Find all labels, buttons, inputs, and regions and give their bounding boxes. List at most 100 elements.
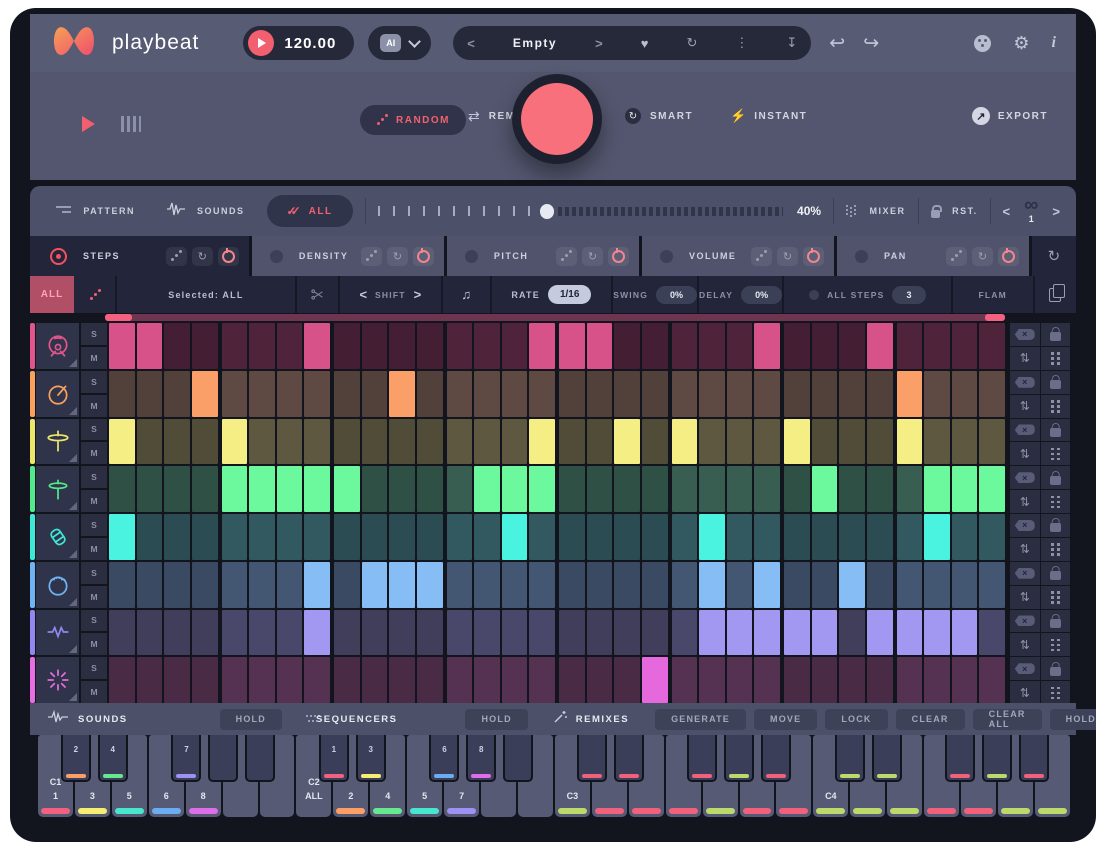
- step-cell-25-active[interactable]: [784, 419, 810, 465]
- step-cell-28[interactable]: [867, 657, 893, 703]
- step-cell-3[interactable]: [164, 466, 190, 512]
- smart-button[interactable]: ↻ SMART: [625, 108, 693, 124]
- pan-refresh-button[interactable]: ↻: [972, 247, 993, 266]
- step-cell-7[interactable]: [277, 323, 303, 369]
- step-cell-13[interactable]: [447, 419, 473, 465]
- step-cell-10[interactable]: [362, 419, 388, 465]
- export-button[interactable]: ↗ EXPORT: [972, 107, 1048, 125]
- step-cell-31[interactable]: [952, 562, 978, 608]
- step-cell-32[interactable]: [979, 657, 1005, 703]
- step-cell-12[interactable]: [417, 466, 443, 512]
- pitch-refresh-button[interactable]: ↻: [582, 247, 603, 266]
- step-cell-4[interactable]: [192, 657, 218, 703]
- row-mixer-button[interactable]: ⇅: [1010, 442, 1040, 465]
- step-length-bar[interactable]: [105, 314, 1005, 321]
- black-key-1[interactable]: 1: [319, 735, 349, 782]
- step-cell-13[interactable]: [447, 371, 473, 417]
- step-cell-16[interactable]: [529, 514, 555, 560]
- row-lock-button[interactable]: [1041, 419, 1071, 442]
- step-cell-31[interactable]: [952, 419, 978, 465]
- step-cell-29-active[interactable]: [897, 371, 923, 417]
- black-key[interactable]: [614, 735, 644, 782]
- step-cell-1[interactable]: [109, 371, 135, 417]
- preset-name[interactable]: Empty: [513, 36, 557, 50]
- step-cell-13[interactable]: [447, 514, 473, 560]
- step-cell-24[interactable]: [754, 371, 780, 417]
- step-cell-6[interactable]: [249, 657, 275, 703]
- step-cell-12[interactable]: [417, 419, 443, 465]
- solo-button[interactable]: S: [81, 514, 107, 536]
- pitch-random-button[interactable]: [556, 247, 577, 266]
- all-steps-dot[interactable]: [809, 290, 819, 300]
- step-cell-9[interactable]: [334, 323, 360, 369]
- step-cell-1[interactable]: [109, 466, 135, 512]
- step-cell-1[interactable]: [109, 610, 135, 656]
- step-cell-22[interactable]: [699, 419, 725, 465]
- step-cell-22[interactable]: [699, 657, 725, 703]
- step-cell-7[interactable]: [277, 610, 303, 656]
- step-cell-18[interactable]: [587, 419, 613, 465]
- mute-button[interactable]: M: [81, 633, 107, 655]
- row-random-button[interactable]: [74, 276, 117, 313]
- step-cell-17[interactable]: [559, 371, 585, 417]
- step-cell-11[interactable]: [389, 514, 415, 560]
- step-cell-17[interactable]: [559, 466, 585, 512]
- step-cell-20[interactable]: [642, 610, 668, 656]
- step-cell-28-active[interactable]: [867, 323, 893, 369]
- step-cell-21[interactable]: [672, 610, 698, 656]
- step-cell-28[interactable]: [867, 466, 893, 512]
- step-cell-21[interactable]: [672, 562, 698, 608]
- play-button[interactable]: [248, 30, 274, 56]
- solo-button[interactable]: S: [81, 610, 107, 632]
- step-cell-28[interactable]: [867, 514, 893, 560]
- step-cell-24-active[interactable]: [754, 323, 780, 369]
- row-drag-handle[interactable]: [1041, 586, 1071, 609]
- step-cell-20[interactable]: [642, 371, 668, 417]
- bpm-control[interactable]: 120.00: [243, 26, 354, 60]
- step-cell-4[interactable]: [192, 610, 218, 656]
- step-cell-21[interactable]: [672, 514, 698, 560]
- row-lock-button[interactable]: [1041, 562, 1071, 585]
- step-cell-7-active[interactable]: [277, 466, 303, 512]
- remix-hold-button[interactable]: HOLD: [1050, 709, 1096, 730]
- step-cell-26[interactable]: [812, 657, 838, 703]
- step-cell-10[interactable]: [362, 610, 388, 656]
- step-cell-32[interactable]: [979, 562, 1005, 608]
- step-cell-22[interactable]: [699, 466, 725, 512]
- tab-pitch[interactable]: PITCH ↻: [447, 236, 639, 276]
- step-cell-1-active[interactable]: [109, 323, 135, 369]
- step-cell-26-active[interactable]: [812, 466, 838, 512]
- step-cell-23-active[interactable]: [727, 610, 753, 656]
- step-cell-27[interactable]: [839, 419, 865, 465]
- row-delete-button[interactable]: ×: [1010, 610, 1040, 633]
- sound-pad-synth-wave[interactable]: [36, 610, 79, 656]
- step-cell-8[interactable]: [304, 371, 330, 417]
- step-cell-14[interactable]: [474, 657, 500, 703]
- black-key[interactable]: [945, 735, 975, 782]
- step-cell-17[interactable]: [559, 562, 585, 608]
- step-cell-27[interactable]: [839, 466, 865, 512]
- step-cell-16[interactable]: [529, 371, 555, 417]
- step-cell-12[interactable]: [417, 323, 443, 369]
- sound-pad-kick[interactable]: [36, 323, 79, 369]
- mute-button[interactable]: M: [81, 681, 107, 703]
- flam-button[interactable]: FLAM: [953, 276, 1035, 313]
- info-icon[interactable]: i: [1052, 34, 1056, 52]
- step-cell-25[interactable]: [784, 323, 810, 369]
- step-cell-14[interactable]: [474, 562, 500, 608]
- step-cell-16-active[interactable]: [529, 419, 555, 465]
- row-lock-button[interactable]: [1041, 514, 1071, 537]
- step-cell-1[interactable]: [109, 562, 135, 608]
- row-mixer-button[interactable]: ⇅: [1010, 538, 1040, 561]
- step-cell-25-active[interactable]: [784, 610, 810, 656]
- step-cell-2[interactable]: [137, 371, 163, 417]
- step-cell-13[interactable]: [447, 323, 473, 369]
- step-cell-6[interactable]: [249, 514, 275, 560]
- solo-button[interactable]: S: [81, 371, 107, 393]
- step-cell-2[interactable]: [137, 419, 163, 465]
- step-cell-6[interactable]: [249, 323, 275, 369]
- step-cell-26[interactable]: [812, 371, 838, 417]
- black-key[interactable]: [835, 735, 865, 782]
- step-cell-15[interactable]: [502, 371, 528, 417]
- steps-power-button[interactable]: [218, 247, 239, 266]
